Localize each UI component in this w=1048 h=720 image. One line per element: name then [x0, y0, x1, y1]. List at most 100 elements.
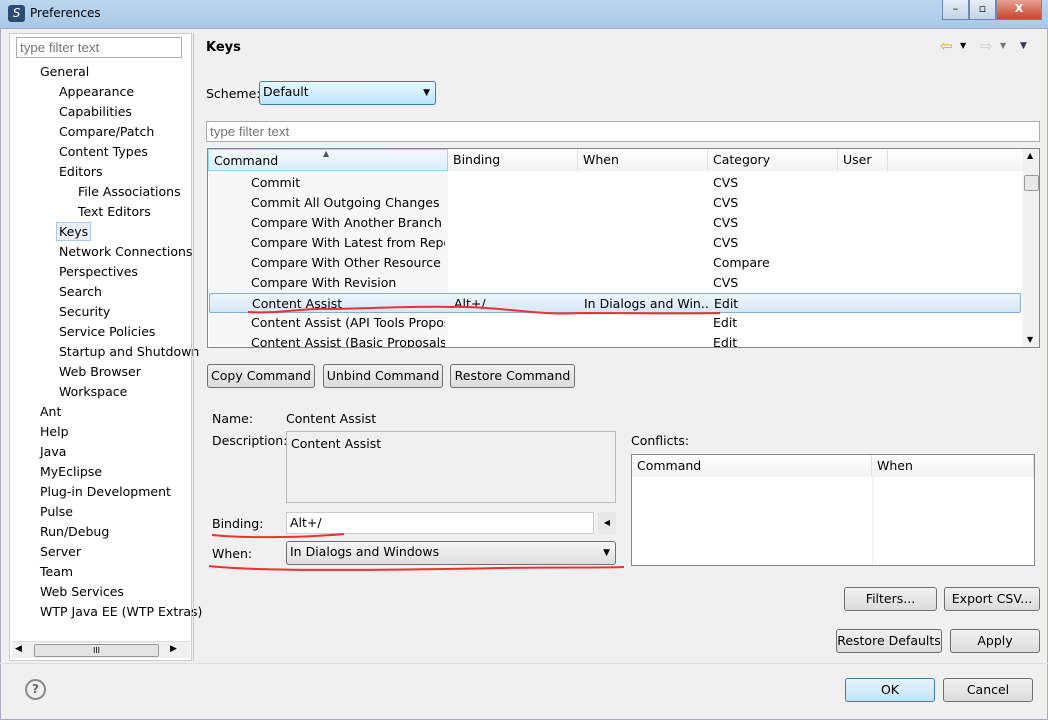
tree-item-web-services[interactable]: Web Services	[40, 582, 124, 602]
cell-when: In Dialogs and Win...	[584, 296, 710, 311]
tree-item-team[interactable]: Team	[40, 562, 73, 582]
scroll-down-icon[interactable]: ▼	[1027, 335, 1033, 344]
table-row[interactable]: Compare With Another Branch or Version CV…	[209, 213, 1021, 233]
ok-button[interactable]: OK	[845, 678, 935, 702]
cell-command: Compare With Another Branch or Version	[251, 215, 445, 230]
conflicts-label: Conflicts:	[631, 433, 690, 448]
column-header-category[interactable]: Category	[708, 149, 838, 171]
maximize-button[interactable]: ▫	[969, 0, 996, 20]
conflicts-column-command[interactable]: Command	[632, 455, 872, 477]
restore-command-button[interactable]: Restore Command	[450, 364, 575, 388]
tree-item-service-policies[interactable]: Service Policies	[59, 322, 155, 342]
tree-item-startup-and-shutdown[interactable]: Startup and Shutdown	[59, 342, 199, 362]
description-field[interactable]: Content Assist	[286, 431, 616, 503]
binding-label: Binding:	[212, 516, 264, 531]
tree-item-file-associations[interactable]: File Associations	[78, 182, 181, 202]
export-csv-button[interactable]: Export CSV...	[944, 587, 1040, 611]
chevron-down-icon: ▼	[603, 548, 610, 558]
tree-item-general[interactable]: General	[40, 62, 89, 82]
cancel-button[interactable]: Cancel	[943, 678, 1033, 702]
when-label: When:	[212, 546, 253, 561]
column-header-when[interactable]: When	[578, 149, 708, 171]
tree-item-run-debug[interactable]: Run/Debug	[40, 522, 109, 542]
scroll-thumb[interactable]: III	[34, 644, 159, 657]
tree-item-help[interactable]: Help	[40, 422, 69, 442]
tree-horizontal-scrollbar[interactable]: ◀ III ▶	[12, 641, 190, 658]
filters-button[interactable]: Filters...	[844, 587, 937, 611]
table-row[interactable]: Compare With Revision CVS	[209, 273, 1021, 293]
apply-button[interactable]: Apply	[950, 629, 1040, 653]
unbind-command-button[interactable]: Unbind Command	[323, 364, 443, 388]
tree-item-perspectives[interactable]: Perspectives	[59, 262, 138, 282]
restore-defaults-button[interactable]: Restore Defaults	[836, 629, 942, 653]
tree-item-server[interactable]: Server	[40, 542, 81, 562]
table-row[interactable]: Commit CVS	[209, 173, 1021, 193]
eclipse-app-icon: S	[8, 5, 25, 22]
tree-item-workspace[interactable]: Workspace	[59, 382, 127, 402]
cell-category: Edit	[714, 296, 739, 311]
view-menu-icon[interactable]: ▼	[1020, 41, 1027, 51]
tree-item-content-types[interactable]: Content Types	[59, 142, 148, 162]
column-header-user[interactable]: User	[838, 149, 888, 171]
copy-command-button[interactable]: Copy Command	[207, 364, 315, 388]
cell-category: CVS	[713, 215, 739, 230]
tree-item-wtp-java-ee-wtp-extras-[interactable]: WTP Java EE (WTP Extras)	[40, 602, 202, 622]
binding-input[interactable]: Alt+/	[286, 512, 594, 534]
scroll-thumb[interactable]	[1024, 175, 1039, 191]
close-button[interactable]: X	[996, 0, 1042, 20]
forward-dropdown-icon[interactable]: ▼	[1000, 41, 1006, 50]
tree-item-keys[interactable]: Keys	[56, 222, 92, 241]
cell-category: CVS	[713, 175, 739, 190]
window-title: Preferences	[30, 6, 101, 20]
when-select[interactable]: In Dialogs and Windows ▼	[286, 541, 616, 565]
back-arrow-icon[interactable]: ⇦	[940, 37, 953, 55]
scheme-select[interactable]: Default ▼	[259, 81, 436, 105]
table-row[interactable]: Compare With Other Resource Compare	[209, 253, 1021, 273]
column-header-binding[interactable]: Binding	[448, 149, 578, 171]
cell-command: Content Assist (API Tools Proposals)	[251, 315, 445, 330]
tree-item-plug-in-development[interactable]: Plug-in Development	[40, 482, 171, 502]
table-vertical-scrollbar[interactable]: ▲ ▼	[1023, 149, 1039, 347]
tree-filter-input[interactable]	[16, 37, 182, 58]
conflicts-table: Command When	[631, 454, 1035, 566]
command-filter-input[interactable]	[206, 121, 1040, 142]
scroll-up-icon[interactable]: ▲	[1027, 151, 1033, 160]
tree-item-pulse[interactable]: Pulse	[40, 502, 73, 522]
tree-item-search[interactable]: Search	[59, 282, 102, 302]
table-row[interactable]: Compare With Latest from Repository CVS	[209, 233, 1021, 253]
cell-category: Edit	[713, 335, 738, 348]
forward-arrow-icon[interactable]: ⇨	[980, 37, 993, 55]
cell-category: Compare	[713, 255, 770, 270]
tree-item-myeclipse[interactable]: MyEclipse	[40, 462, 102, 482]
cell-command: Commit All Outgoing Changes	[251, 195, 440, 210]
scroll-left-icon[interactable]: ◀	[15, 644, 22, 654]
tree-item-editors[interactable]: Editors	[59, 162, 103, 182]
tree-item-capabilities[interactable]: Capabilities	[59, 102, 132, 122]
help-icon[interactable]: ?	[25, 679, 46, 700]
keys-table: Command ▲ Binding When Category User Comm…	[207, 148, 1040, 348]
tree-item-ant[interactable]: Ant	[40, 402, 61, 422]
name-value: Content Assist	[286, 411, 377, 426]
tree-item-security[interactable]: Security	[59, 302, 110, 322]
table-row[interactable]: Content Assist Alt+/ In Dialogs and Win...…	[209, 293, 1021, 313]
minimize-button[interactable]: –	[942, 0, 969, 20]
table-row[interactable]: Commit All Outgoing Changes CVS	[209, 193, 1021, 213]
scroll-right-icon[interactable]: ▶	[170, 644, 177, 654]
when-value: In Dialogs and Windows	[290, 544, 440, 559]
tree-item-appearance[interactable]: Appearance	[59, 82, 134, 102]
binding-menu-button[interactable]: ◀	[598, 512, 616, 534]
conflicts-column-when[interactable]: When	[872, 455, 1034, 477]
tree-item-network-connections[interactable]: Network Connections	[59, 242, 192, 262]
tree-item-web-browser[interactable]: Web Browser	[59, 362, 141, 382]
tree-item-text-editors[interactable]: Text Editors	[78, 202, 151, 222]
tree-item-java[interactable]: Java	[40, 442, 66, 462]
cell-command: Compare With Latest from Repository	[251, 235, 445, 250]
table-row[interactable]: Content Assist (Basic Proposals) Edit	[209, 333, 1021, 348]
cell-command: Compare With Revision	[251, 275, 397, 290]
back-dropdown-icon[interactable]: ▼	[960, 41, 966, 50]
column-header-command[interactable]: Command ▲	[208, 149, 448, 171]
cell-binding: Alt+/	[454, 296, 486, 311]
cell-category: CVS	[713, 235, 739, 250]
tree-item-compare-patch[interactable]: Compare/Patch	[59, 122, 154, 142]
table-row[interactable]: Content Assist (API Tools Proposals) Edit	[209, 313, 1021, 333]
